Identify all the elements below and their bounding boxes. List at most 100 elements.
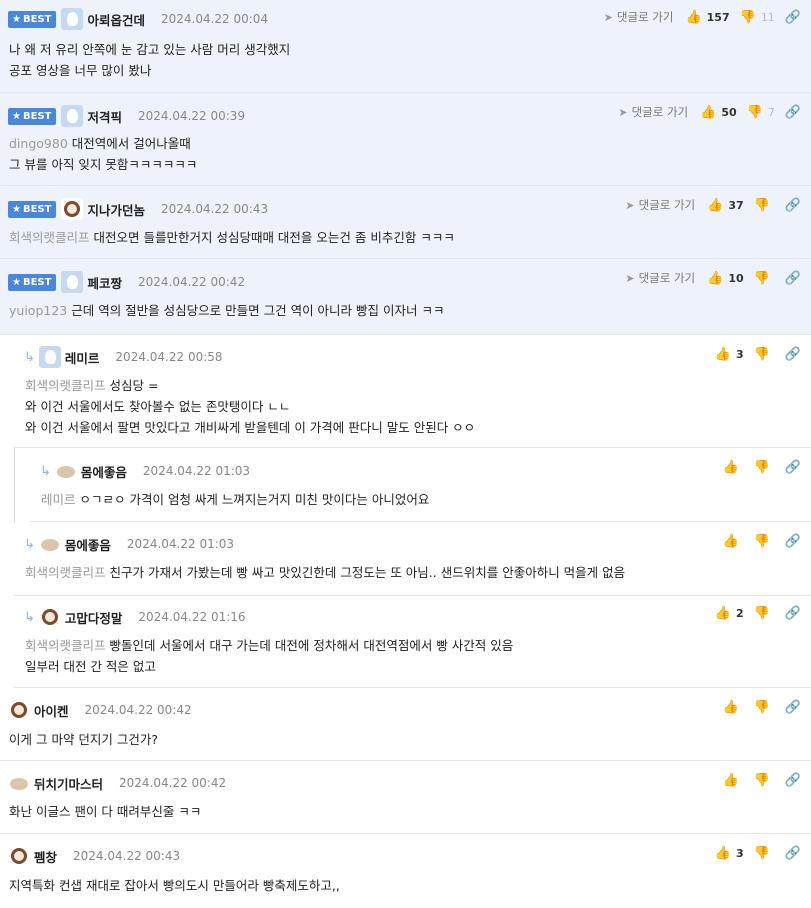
link-icon[interactable]: 🔗 — [785, 10, 801, 25]
thumbs-up-icon: 👍 — [685, 9, 702, 25]
upvote-button[interactable]: 👍 3 — [715, 846, 744, 861]
goto-reply-link[interactable]: ➤ 댓글로 가기 — [625, 270, 695, 286]
thumbs-up-icon: 👍 — [700, 104, 717, 120]
mention[interactable]: 레미르 — [41, 492, 76, 507]
link-icon[interactable]: 🔗 — [785, 271, 801, 286]
comment-item: ★ BEST 지나가던놈 2024.04.22 00:43 ➤ 댓글로 가기 👍 37… — [0, 186, 811, 259]
link-icon[interactable]: 🔗 — [785, 846, 801, 861]
upvote-button[interactable]: 👍 50 — [700, 105, 737, 120]
star-icon: ★ — [12, 203, 21, 215]
thumbs-down-icon: 👎 — [739, 9, 756, 25]
nickname[interactable]: 저격픽 — [87, 107, 122, 126]
link-icon[interactable]: 🔗 — [785, 105, 801, 120]
link-icon[interactable]: 🔗 — [785, 606, 801, 621]
thumbs-down-icon: 👎 — [746, 104, 763, 120]
nickname[interactable]: 고맙다정말 — [65, 608, 123, 627]
avatar[interactable] — [38, 606, 61, 628]
nickname[interactable]: 아뢰옵건데 — [87, 10, 145, 29]
goto-reply-link[interactable]: ➤ 댓글로 가기 — [604, 9, 674, 25]
mention[interactable]: yuiop123 — [9, 303, 67, 318]
mention[interactable]: dingo980 — [9, 136, 68, 151]
mention[interactable]: 회색의랫클리프 — [25, 565, 106, 580]
thumbs-down-icon: 👎 — [753, 346, 770, 362]
comment-body: 회색의랫클리프 대전오면 들를만한거지 성심당때매 대전을 오는건 좀 비추긴함 … — [9, 230, 455, 245]
nickname[interactable]: 레미르 — [65, 348, 100, 367]
downvote-button[interactable]: 👎 — [754, 773, 775, 788]
downvote-button[interactable]: 👎 11 — [740, 10, 775, 25]
link-icon[interactable]: 🔗 — [785, 460, 801, 475]
upvote-button[interactable]: 👍 — [722, 460, 743, 475]
downvote-button[interactable]: 👎 — [754, 846, 775, 861]
upvote-button[interactable]: 👍 10 — [707, 271, 744, 286]
downvote-button[interactable]: 👎 — [754, 700, 775, 715]
avatar[interactable] — [8, 699, 30, 721]
nickname[interactable]: 페코짱 — [87, 273, 122, 292]
mention[interactable]: 회색의랫클리프 — [25, 638, 106, 653]
thumbs-down-icon: 👎 — [753, 772, 770, 788]
comment-item: ↳ 고맙다정말 2024.04.22 01:16 👍 2 👎 🔗 회색의랫클리프 빵… — [14, 596, 811, 688]
arrow-icon: ➤ — [625, 198, 635, 212]
avatar[interactable] — [8, 845, 30, 867]
avatar[interactable] — [54, 460, 77, 482]
link-icon[interactable]: 🔗 — [785, 700, 801, 715]
comment-date: 2024.04.22 01:16 — [138, 610, 246, 624]
comment-date: 2024.04.22 00:39 — [137, 109, 246, 123]
downvote-button[interactable]: 👎 — [754, 198, 775, 213]
thumbs-up-icon: 👍 — [722, 772, 739, 788]
star-icon: ★ — [12, 110, 21, 122]
comment-item: ★ BEST 저격픽 2024.04.22 00:39 ➤ 댓글로 가기 👍 50 👎… — [0, 93, 811, 186]
thumbs-up-icon: 👍 — [722, 533, 739, 549]
nickname[interactable]: 아이켄 — [34, 701, 69, 720]
upvote-button[interactable]: 👍 — [722, 700, 743, 715]
thumbs-down-icon: 👎 — [753, 270, 770, 286]
avatar[interactable] — [38, 346, 61, 368]
downvote-button[interactable]: 👎 — [754, 271, 775, 286]
nickname[interactable]: 몸에좋음 — [65, 535, 111, 554]
thumbs-up-icon: 👍 — [707, 197, 724, 213]
downvote-button[interactable]: 👎 — [754, 534, 775, 549]
nickname[interactable]: 지나가던놈 — [87, 200, 145, 219]
upvote-button[interactable]: 👍 2 — [715, 606, 744, 621]
mention[interactable]: 회색의랫클리프 — [25, 378, 106, 393]
comment-item: ↳ 몸에좋음 2024.04.22 01:03 👍 👎 🔗 회색의랫클리프 친구가… — [14, 522, 811, 596]
nickname[interactable]: 몸에좋음 — [81, 462, 127, 481]
thumbs-down-icon: 👎 — [753, 459, 770, 475]
avatar[interactable] — [38, 533, 61, 555]
comment-item: ★ BEST 아뢰옵건데 2024.04.22 00:04 ➤ 댓글로 가기 👍 15… — [0, 0, 811, 93]
comment-body: 이게 그 마약 던지기 그건가? — [9, 732, 159, 747]
downvote-button[interactable]: 👎 — [754, 606, 775, 621]
downvote-button[interactable]: 👎 — [754, 460, 775, 475]
link-icon[interactable]: 🔗 — [785, 773, 801, 788]
link-icon[interactable]: 🔗 — [785, 534, 801, 549]
link-icon[interactable]: 🔗 — [785, 198, 801, 213]
comment-date: 2024.04.22 01:03 — [126, 537, 235, 551]
upvote-button[interactable]: 👍 — [722, 773, 743, 788]
reply-arrow-icon: ↳ — [40, 463, 51, 479]
mention[interactable]: 회색의랫클리프 — [9, 230, 90, 245]
downvote-button[interactable]: 👎 — [754, 347, 775, 362]
arrow-icon: ➤ — [618, 105, 628, 119]
comment-date: 2024.04.22 00:43 — [160, 202, 269, 216]
upvote-button[interactable]: 👍 157 — [685, 10, 729, 25]
thumbs-up-icon: 👍 — [714, 346, 731, 362]
avatar[interactable] — [61, 271, 84, 293]
comment-date: 2024.04.22 00:42 — [119, 776, 227, 790]
upvote-button[interactable]: 👍 — [722, 534, 743, 549]
upvote-button[interactable]: 👍 37 — [707, 198, 744, 213]
goto-reply-link[interactable]: ➤ 댓글로 가기 — [618, 104, 688, 120]
goto-reply-link[interactable]: ➤ 댓글로 가기 — [625, 197, 695, 213]
avatar[interactable] — [8, 772, 30, 794]
upvote-button[interactable]: 👍 3 — [715, 347, 744, 362]
comment-item: 뒤치기마스터 2024.04.22 00:42 👍 👎 🔗 화난 이글스 팬이 … — [0, 761, 811, 834]
nickname[interactable]: 뒤치기마스터 — [34, 774, 103, 793]
avatar[interactable] — [61, 8, 84, 30]
avatar[interactable] — [61, 198, 84, 220]
avatar[interactable] — [61, 105, 84, 127]
link-icon[interactable]: 🔗 — [785, 347, 801, 362]
comment-date: 2024.04.22 00:42 — [84, 703, 192, 717]
best-badge: ★ BEST — [8, 10, 57, 28]
star-icon: ★ — [12, 13, 21, 25]
downvote-button[interactable]: 👎 7 — [747, 105, 775, 120]
nickname[interactable]: 펨창 — [34, 847, 57, 866]
best-badge: ★ BEST — [8, 200, 57, 218]
